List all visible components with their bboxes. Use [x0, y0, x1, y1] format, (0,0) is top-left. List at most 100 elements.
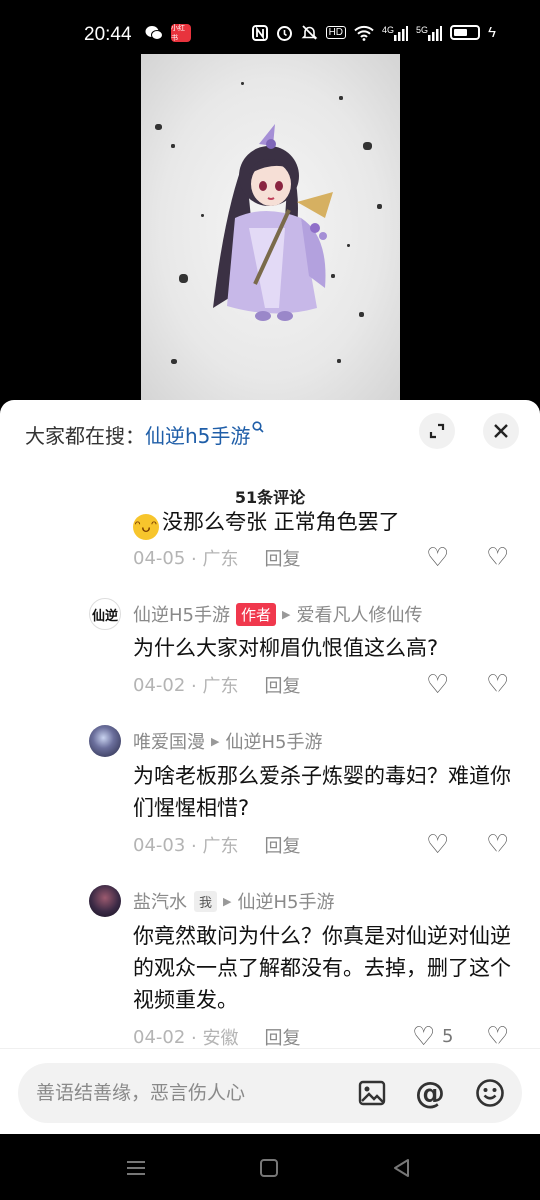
alarm-icon — [276, 24, 293, 41]
ink-speck — [155, 124, 162, 130]
comment-date: 04-03 — [133, 834, 186, 856]
status-bar: 20:44 小红书 HD 4G 5G ϟ — [0, 0, 540, 54]
ink-speck — [377, 204, 382, 209]
signal-5g-icon: 5G — [416, 24, 443, 41]
mention-icon[interactable]: @ — [414, 1076, 446, 1111]
comment-region: · 广东 — [191, 676, 239, 697]
reply-to-user[interactable]: 爱看凡人修仙传 — [296, 601, 422, 627]
ink-speck — [339, 96, 343, 100]
status-time: 20:44 — [84, 24, 132, 45]
laughing-emoji-icon: ᵔᴗᵔ — [133, 514, 159, 540]
network-4g-label: 4G — [382, 24, 395, 35]
ink-speck — [201, 214, 204, 217]
like-icon[interactable]: ♡ — [412, 1023, 435, 1051]
like-icon[interactable]: ♡ — [426, 671, 449, 699]
comment-author[interactable]: 仙逆H5手游 — [133, 601, 230, 627]
dislike-icon[interactable]: ♡ — [486, 831, 512, 859]
avatar-logo-text: 仙逆 — [91, 608, 118, 624]
reply-arrow-icon: ▶ — [223, 894, 232, 908]
dislike-icon[interactable]: ♡ — [486, 671, 512, 699]
avatar[interactable] — [89, 885, 121, 917]
comment-footer: 04-05 · 广东 回复 — [133, 544, 301, 572]
reply-button[interactable]: 回复 — [265, 1024, 301, 1050]
video-area[interactable] — [0, 54, 540, 404]
reply-arrow-icon: ▶ — [211, 734, 220, 748]
comment-date: 04-05 — [133, 547, 186, 569]
search-icon — [252, 421, 264, 437]
comment-meta: 唯爱国漫 ▶ 仙逆H5手游 — [133, 729, 322, 753]
battery-icon — [450, 25, 481, 40]
comment-footer: 04-02 · 广东 回复 — [133, 671, 301, 699]
author-badge: 作者 — [236, 602, 277, 626]
comment-date: 04-02 — [133, 674, 186, 696]
image-icon[interactable] — [356, 1077, 388, 1109]
charging-icon: ϟ — [488, 24, 496, 41]
like-icon[interactable]: ♡ — [426, 544, 449, 572]
comment-count: 51条评论 — [234, 488, 306, 507]
comment-text[interactable]: ᵔᴗᵔ 没那么夸张 正常角色罢了 — [133, 506, 518, 540]
comment-sheet: 大家都在搜： 仙逆h5手游 51条评论 ᵔᴗᵔ 没那么夸张 正常角色罢了 04-0… — [0, 400, 540, 1134]
ink-speck — [171, 144, 175, 148]
mute-icon — [301, 24, 318, 41]
close-button[interactable] — [483, 413, 519, 449]
character-illustration — [213, 124, 333, 321]
dislike-icon[interactable]: ♡ — [486, 1023, 512, 1051]
ink-speck — [179, 274, 188, 283]
ink-speck — [347, 244, 350, 247]
network-5g-label: 5G — [416, 24, 429, 35]
comment-input-bar: @ — [0, 1048, 540, 1134]
comment-meta: 盐汽水 我 ▶ 仙逆H5手游 — [133, 889, 334, 913]
comment-date: 04-02 — [133, 1026, 186, 1048]
comment-meta: 仙逆H5手游 作者 ▶ 爱看凡人修仙传 — [133, 602, 422, 626]
reply-arrow-icon: ▶ — [282, 607, 291, 621]
wifi-icon — [354, 25, 374, 41]
comment-text-content: 没那么夸张 正常角色罢了 — [162, 510, 400, 534]
ink-speck — [363, 142, 372, 150]
avatar[interactable] — [89, 725, 121, 757]
trending-search-link[interactable]: 仙逆h5手游 — [145, 420, 250, 449]
comment-footer: 04-03 · 广东 回复 — [133, 831, 301, 859]
reply-button[interactable]: 回复 — [265, 672, 301, 698]
trending-search-label: 大家都在搜： — [25, 423, 145, 448]
me-badge: 我 — [194, 890, 218, 912]
signal-4g-icon: 4G — [382, 24, 409, 41]
comment-text[interactable]: 为什么大家对柳眉仇恨值这么高? — [133, 632, 518, 664]
wechat-icon — [145, 24, 163, 42]
comment-input[interactable] — [36, 1077, 336, 1109]
hd-icon: HD — [325, 26, 347, 39]
comment-author[interactable]: 盐汽水 — [133, 888, 187, 914]
comment-region: · 广东 — [191, 549, 239, 570]
ink-speck — [171, 359, 177, 364]
home-nav-icon[interactable] — [255, 1154, 283, 1182]
reply-button[interactable]: 回复 — [265, 545, 301, 571]
avatar[interactable]: 仙逆 — [89, 598, 121, 630]
like-icon[interactable]: ♡ — [426, 831, 449, 859]
nfc-icon — [251, 24, 268, 41]
trending-search[interactable]: 大家都在搜： 仙逆h5手游 — [25, 420, 264, 448]
ink-speck — [337, 359, 341, 363]
ink-speck — [359, 312, 364, 317]
status-icons: HD 4G 5G ϟ — [251, 24, 496, 41]
comment-text[interactable]: 你竟然敢问为什么？你真是对仙逆对仙逆的观众一点了解都没有。去掉，删了这个视频重发… — [133, 920, 518, 1016]
comment-region: · 广东 — [191, 836, 239, 857]
comment-footer: 04-02 · 安徽 回复 — [133, 1023, 301, 1051]
expand-icon — [429, 423, 445, 439]
reply-to-user[interactable]: 仙逆H5手游 — [225, 728, 322, 754]
reply-button[interactable]: 回复 — [265, 832, 301, 858]
emoji-icon[interactable] — [474, 1077, 506, 1109]
dislike-icon[interactable]: ♡ — [486, 544, 512, 572]
comment-input-container[interactable]: @ — [18, 1063, 522, 1123]
comment-author[interactable]: 唯爱国漫 — [133, 728, 205, 754]
video-frame[interactable] — [141, 54, 400, 404]
comment-text[interactable]: 为啥老板那么爱杀子炼婴的毒妇？难道你们惺惺相惜? — [133, 760, 518, 824]
system-nav-bar — [0, 1134, 540, 1200]
reply-to-user[interactable]: 仙逆H5手游 — [237, 888, 334, 914]
back-nav-icon[interactable] — [388, 1154, 416, 1182]
comment-region: · 安徽 — [191, 1028, 239, 1049]
close-icon — [494, 424, 508, 438]
menu-nav-icon[interactable] — [122, 1154, 150, 1182]
like-count: 5 — [442, 1026, 454, 1047]
xiaohongshu-app-icon: 小红书 — [171, 24, 191, 42]
expand-button[interactable] — [419, 413, 455, 449]
ink-speck — [241, 82, 244, 85]
